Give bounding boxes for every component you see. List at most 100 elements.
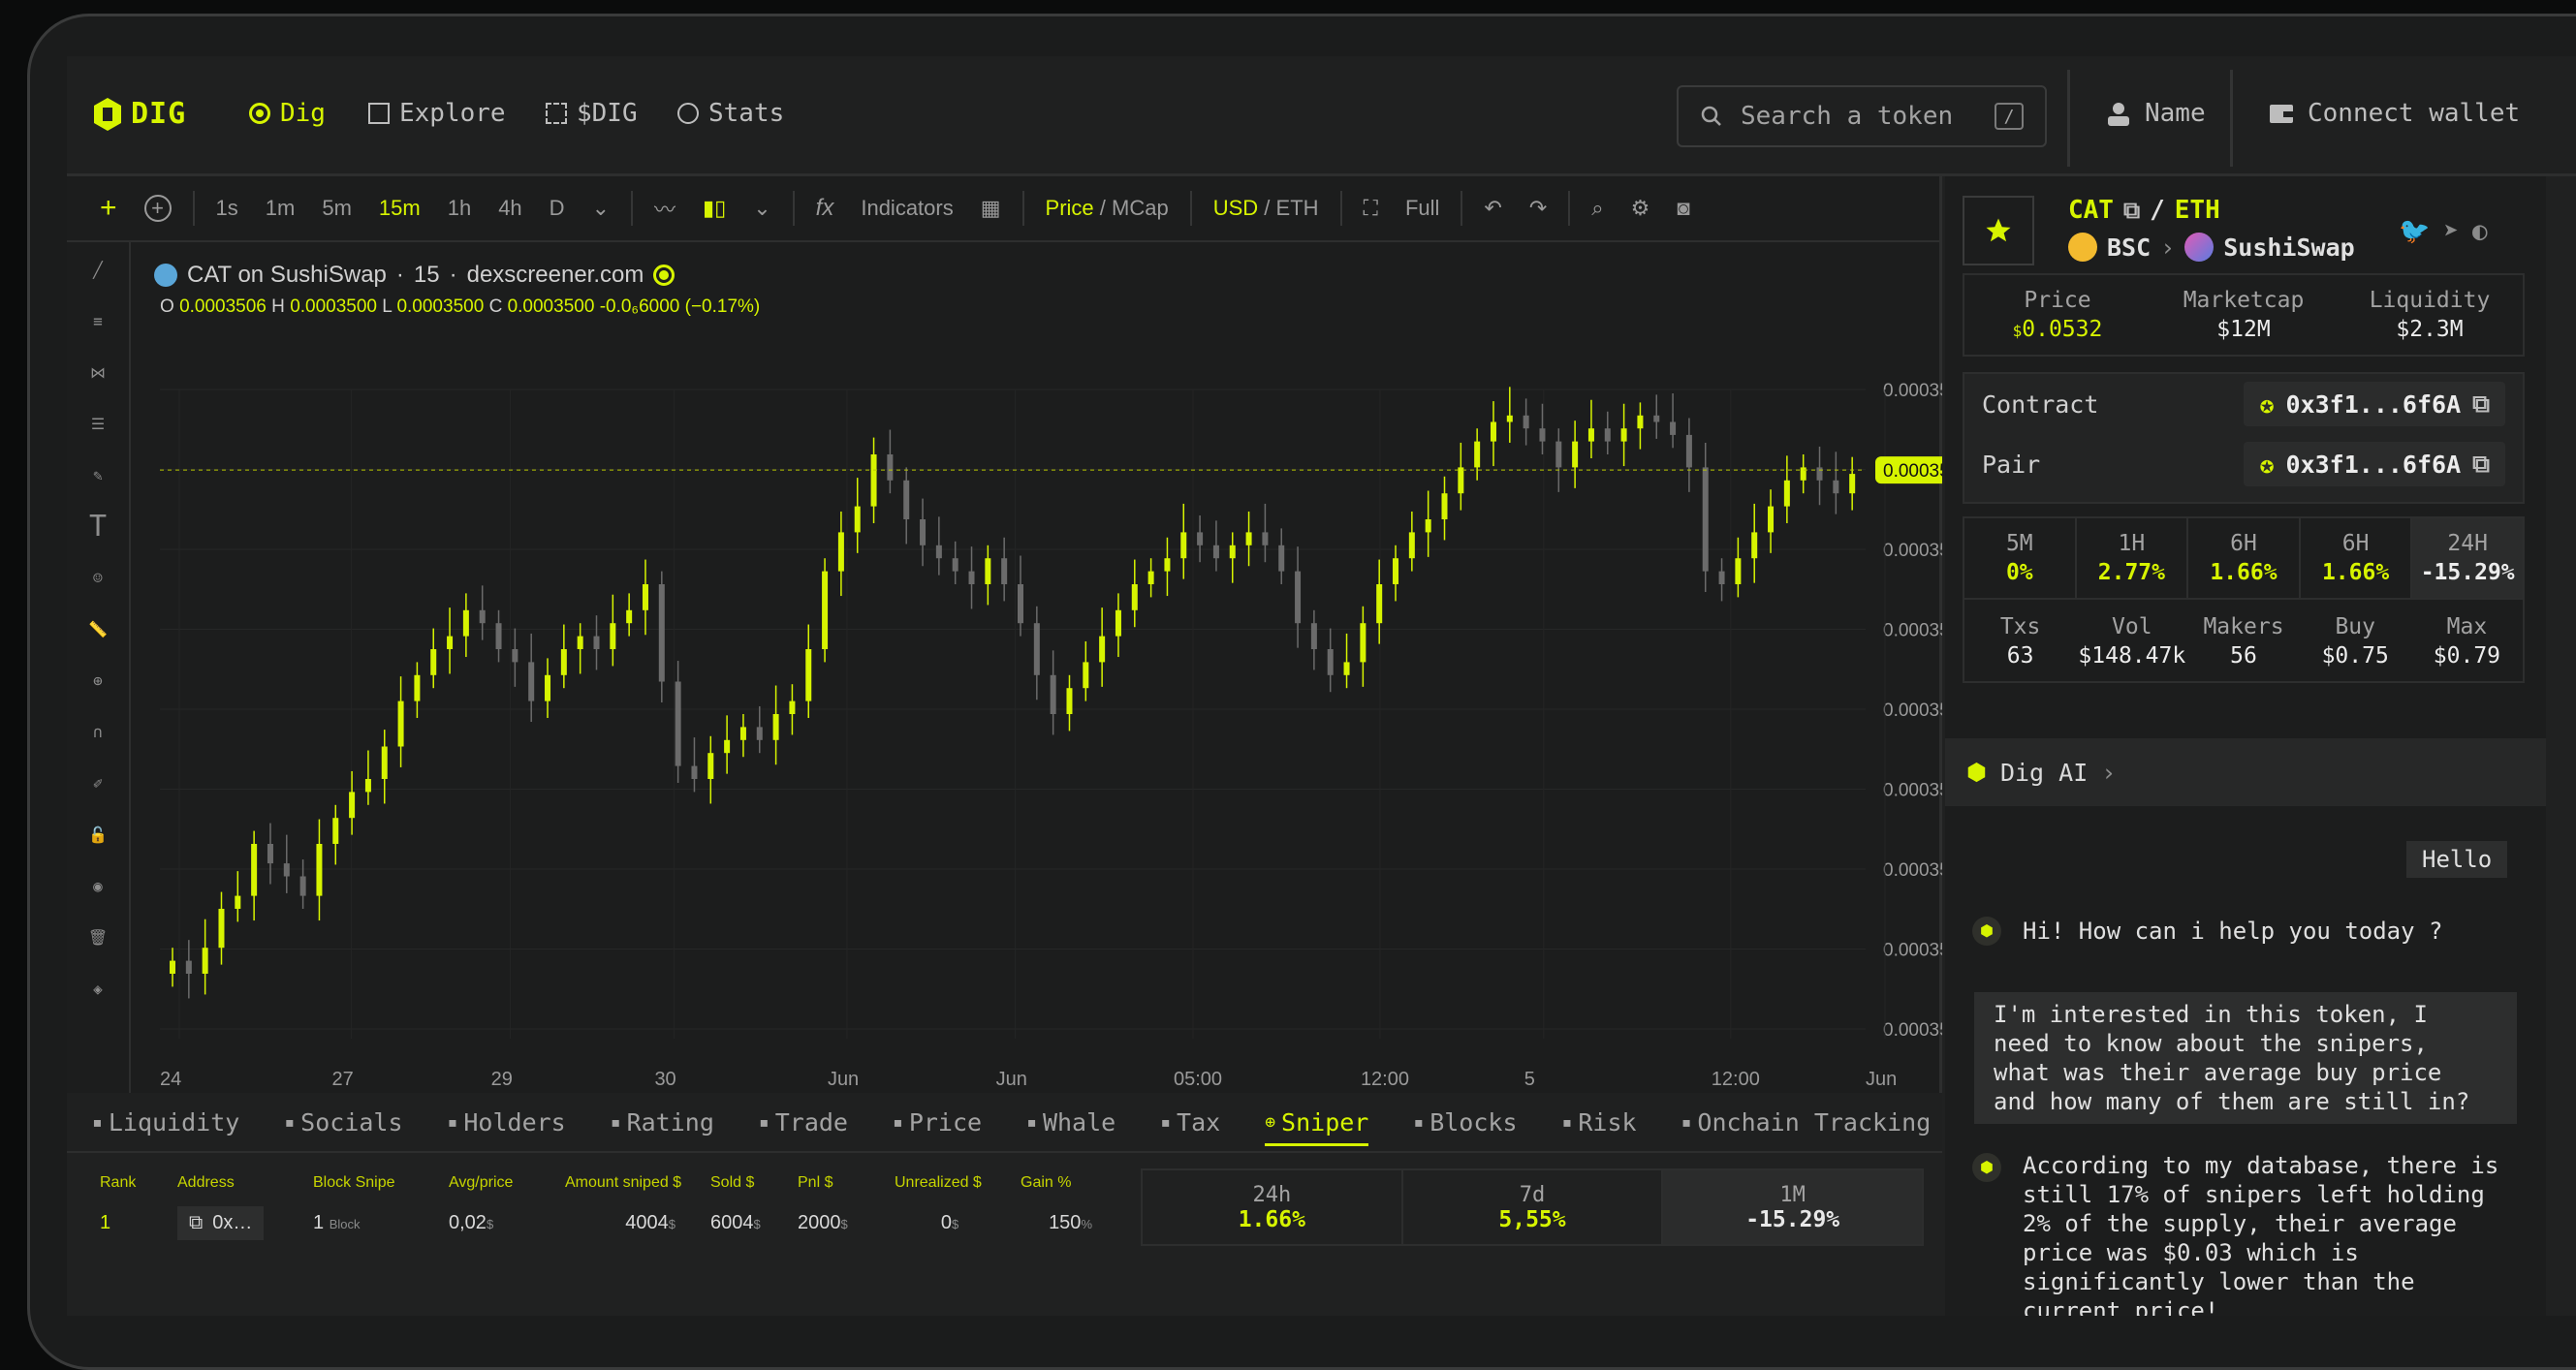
tab-whale[interactable]: ▪ Whale [1026,1092,1115,1152]
tab-icon: ⊕ [1265,1111,1276,1133]
zoom-in-icon[interactable]: ⊕ [80,663,115,698]
chevron-down-icon[interactable]: ⌄ [739,196,784,221]
tab-onchain-tracking[interactable]: ▪ Onchain Tracking [1681,1092,1932,1152]
trash-icon[interactable]: 🗑 [80,919,115,954]
search-input[interactable]: Search a token / [1677,85,2047,147]
change-1h[interactable]: 1H 2.77% [2077,518,2189,598]
emoji-icon[interactable]: ☺ [80,560,115,595]
tab-socials[interactable]: ▪ Socials [284,1092,402,1152]
dig-ai-header[interactable]: ⬢ Dig AI › [1945,738,2546,806]
nav-dig-token[interactable]: $DIG [546,99,638,128]
interval-15m[interactable]: 15m [365,196,434,221]
zoom-icon[interactable]: ⌕ [1578,196,1617,221]
copy-icon[interactable]: ⧉ [2472,389,2490,419]
telegram-icon[interactable]: ➤ [2443,217,2459,246]
tab-holders[interactable]: ▪ Holders [448,1092,566,1152]
candles-icon[interactable]: ▮▯ [689,196,739,221]
tab-price[interactable]: ▪ Price [893,1092,982,1152]
layout-grid-icon[interactable]: ▦ [967,196,1015,221]
tab-sniper[interactable]: ⊕ Sniper [1265,1092,1369,1152]
trend-line-icon[interactable]: ╱ [80,252,115,287]
interval-5m[interactable]: 5m [308,196,365,221]
price-label: Price [2024,288,2091,313]
period-1m[interactable]: 1M -15.29% [1663,1170,1923,1244]
discord-icon[interactable]: ◐ [2472,217,2488,246]
period-value: -15.29% [1745,1206,1840,1232]
tab-tax[interactable]: ▪ Tax [1160,1092,1220,1152]
change-5m[interactable]: 5M 0% [1964,518,2077,598]
eye-icon[interactable]: ◉ [80,868,115,903]
interval-1h[interactable]: 1h [434,196,485,221]
nav-stats[interactable]: Stats [677,99,784,128]
candle-body [1702,467,1709,572]
copy-icon[interactable]: ⧉ [189,1212,203,1234]
row-rank: 1 [100,1211,111,1233]
twitter-icon[interactable]: 🐦 [2399,217,2430,246]
tab-risk[interactable]: ▪ Risk [1562,1092,1637,1152]
line-chart-icon[interactable]: 〰 [641,193,689,224]
add-icon[interactable]: + [131,195,185,222]
candle-body [1229,545,1236,559]
redo-icon[interactable]: ↷ [1516,196,1560,221]
price-mcap-toggle[interactable]: Price / MCap [1032,196,1182,221]
change-value: 1.66% [2210,560,2278,585]
change-value: 0% [2005,560,2033,585]
change-24h[interactable]: 24H -15.29% [2412,518,2523,598]
crosshair-icon[interactable]: + [86,192,131,225]
nav-explore[interactable]: Explore [368,99,506,128]
close-label: C [488,296,503,317]
pattern-icon[interactable]: ⋈ [80,355,115,389]
eth-option: ETH [1275,196,1319,220]
tab-blocks[interactable]: ▪ Blocks [1413,1092,1517,1152]
favorite-button[interactable] [1963,196,2034,265]
tab-rating[interactable]: ▪ Rating [611,1092,714,1152]
usd-eth-toggle[interactable]: USD / ETH [1200,196,1333,221]
camera-icon[interactable]: ◙ [1663,196,1703,221]
function-icon[interactable]: fx [802,195,848,222]
interval-d[interactable]: D [536,196,579,221]
fullscreen-icon[interactable]: ⛶ [1350,196,1392,221]
chip-icon [546,103,567,124]
tab-icon: ▪ [284,1111,296,1133]
copy-icon[interactable]: ⧉ [2123,197,2140,224]
tab-trade[interactable]: ▪ Trade [759,1092,848,1152]
lock-icon[interactable]: 🔓 [80,817,115,852]
interval-4h[interactable]: 4h [485,196,535,221]
horizontal-lines-icon[interactable]: ≡ [80,303,115,338]
chain-name: BSC [2107,233,2152,262]
period-24h[interactable]: 24h 1.66% [1143,1170,1403,1244]
magnet-icon[interactable]: ∩ [80,714,115,749]
fib-icon[interactable]: ☰ [80,406,115,441]
interval-1s[interactable]: 1s [203,196,252,221]
pair-chip[interactable]: ✪ 0x3f1...6f6A ⧉ [2244,442,2505,486]
compass-icon [368,103,390,124]
candle-body [1360,623,1367,663]
text-icon[interactable]: T [80,509,115,544]
connect-wallet-button[interactable]: Connect wallet [2269,99,2520,128]
interval-1m[interactable]: 1m [252,196,309,221]
tab-icon: ▪ [92,1111,103,1133]
copy-icon[interactable]: ⧉ [2472,450,2490,479]
ruler-icon[interactable]: 📏 [80,611,115,646]
indicators-button[interactable]: Indicators [847,196,966,221]
pencil-lock-icon[interactable]: ✐ [80,765,115,800]
tab-liquidity[interactable]: ▪ Liquidity [92,1092,239,1152]
settings-icon[interactable]: ⚙ [1618,196,1664,221]
brush-icon[interactable]: ✎ [80,457,115,492]
undo-icon[interactable]: ↶ [1470,196,1515,221]
table-row[interactable]: 1 ⧉ 0x… 1 Block 0,02$ 4004$ 6004$ 2000$ 0… [84,1198,1141,1248]
chevron-down-icon[interactable]: ⌄ [579,196,623,221]
contract-chip[interactable]: ✪ 0x3f1...6f6A ⧉ [2244,382,2505,426]
price-stat: Price $0.0532 [1964,275,2151,355]
profile-button[interactable]: Name [2106,99,2206,128]
price-chart[interactable]: 0.0003500 0.0003500 0.0003500 0.0003500 0.00… [131,322,1942,1093]
change-6h-2[interactable]: 6H 1.66% [2301,518,2413,598]
change-6h[interactable]: 6H 1.66% [2188,518,2301,598]
nav-dig[interactable]: Dig [249,99,326,128]
layers-icon[interactable]: ◈ [80,971,115,1006]
logo[interactable]: DIG [94,97,186,131]
period-7d[interactable]: 7d 5,55% [1403,1170,1664,1244]
row-address[interactable]: ⧉ 0x… [162,1205,298,1240]
pair-row: Pair ✪ 0x3f1...6f6A ⧉ [1964,434,2523,494]
full-button[interactable]: Full [1392,196,1453,221]
